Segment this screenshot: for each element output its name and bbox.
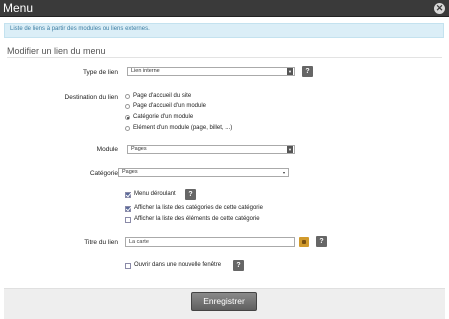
destination-label: Destination du lien (64, 94, 118, 101)
checkbox-checked[interactable] (125, 206, 131, 212)
help-icon[interactable]: ? (233, 260, 244, 271)
help-icon[interactable]: ? (302, 66, 313, 77)
module-select[interactable]: Pages ▼ (127, 145, 295, 154)
radio-button[interactable] (125, 126, 130, 131)
checkbox[interactable] (125, 263, 131, 269)
categorie-label: Catégorie (89, 170, 118, 177)
type-lien-select[interactable]: Lien interne ▼ (127, 67, 295, 76)
lock-icon[interactable] (299, 237, 309, 247)
destination-option-label: Catégorie d'un module (133, 114, 194, 120)
titre-label: Titre du lien (84, 239, 118, 246)
radio-button[interactable] (125, 94, 130, 99)
section-divider (7, 57, 442, 58)
chevron-down-icon: ▼ (287, 68, 293, 75)
destination-option-label: Page d'accueil d'un module (133, 103, 207, 109)
type-lien-value: Lien interne (131, 68, 160, 74)
show-categories-label: Afficher la liste des catégories de cett… (134, 205, 263, 211)
window-title: Menu (3, 1, 34, 15)
info-banner: Liste de liens à partir des modules ou l… (4, 23, 444, 38)
module-label: Module (96, 146, 118, 153)
help-icon[interactable]: ? (185, 189, 196, 200)
radio-button[interactable] (125, 104, 130, 109)
menu-deroulant-label: Menu déroulant (134, 191, 176, 197)
radio-button-selected[interactable] (125, 115, 130, 120)
categorie-value: Pages (122, 169, 138, 175)
show-elements-label: Afficher la liste des éléments de cette … (134, 216, 260, 222)
new-window-label: Ouvrir dans une nouvelle fenêtre (134, 262, 222, 268)
section-title: Modifier un lien du menu (7, 46, 106, 56)
footer-bar: Enregistrer (4, 288, 445, 319)
help-icon[interactable]: ? (316, 236, 327, 247)
info-text: Liste de liens à partir des modules ou l… (10, 26, 150, 32)
chevron-down-icon: ▾ (282, 170, 285, 175)
chevron-down-icon: ▼ (287, 146, 293, 153)
titre-input[interactable]: La carte (125, 237, 295, 247)
checkbox-checked[interactable] (125, 192, 131, 198)
module-value: Pages (131, 146, 147, 152)
destination-option-label: Page d'accueil du site (133, 93, 192, 99)
window-titlebar: Menu ✕ (0, 0, 449, 17)
checkbox[interactable] (125, 217, 131, 223)
categorie-select[interactable]: Pages ▾ (118, 168, 289, 177)
save-button[interactable]: Enregistrer (191, 292, 257, 311)
type-lien-label: Type de lien (82, 69, 118, 76)
destination-option-label: Elément d'un module (page, billet, ...) (133, 125, 233, 131)
close-icon[interactable]: ✕ (434, 3, 445, 14)
